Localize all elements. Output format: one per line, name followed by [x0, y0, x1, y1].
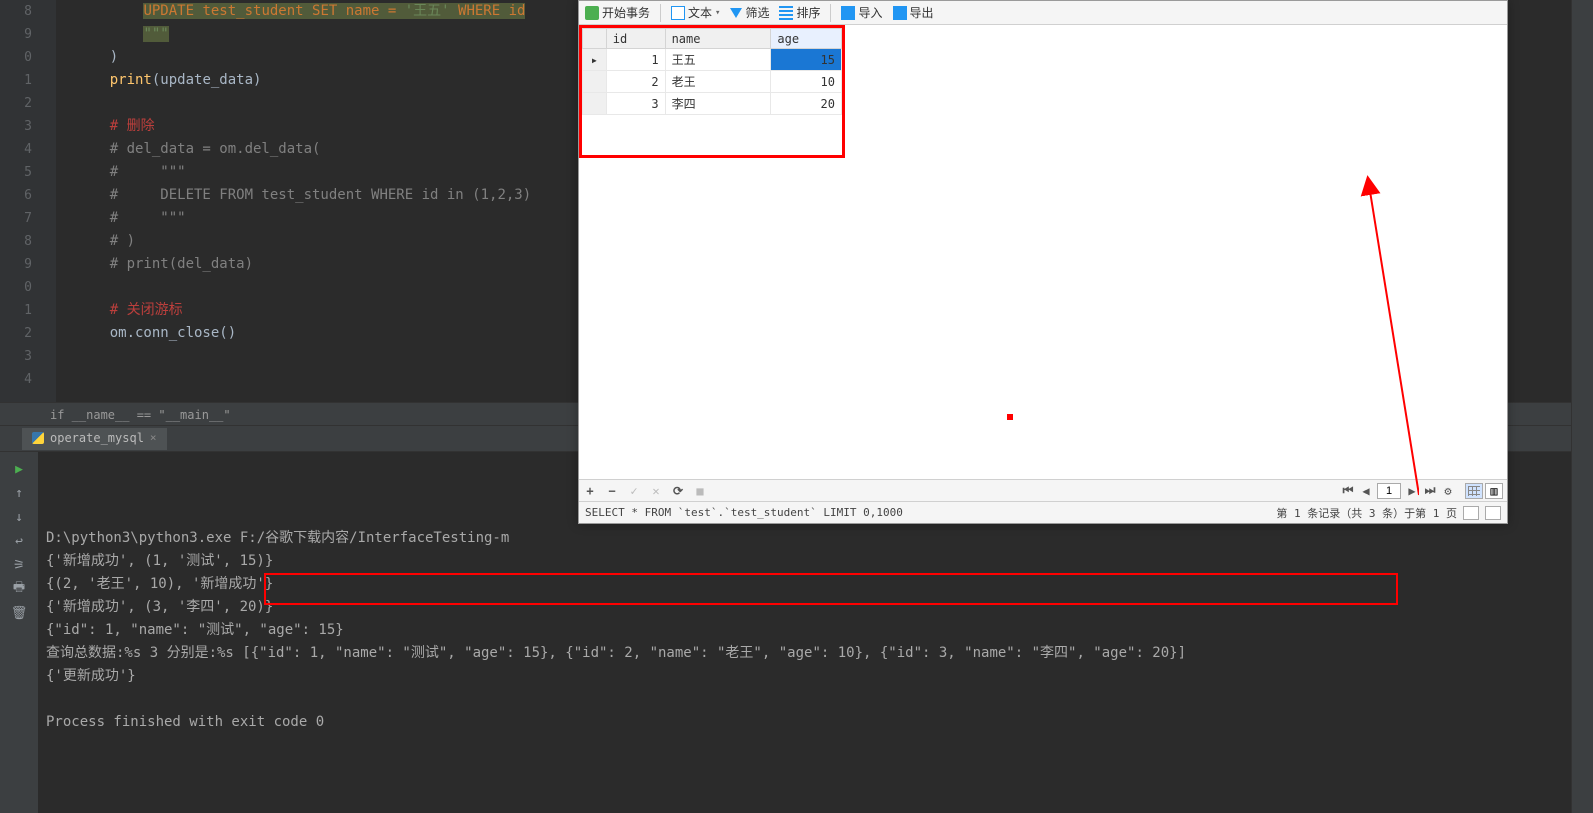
line-gutter: 89012345678901234	[0, 0, 38, 402]
trash-icon[interactable]: 🗑	[10, 604, 28, 622]
settings-button[interactable]: ⚙	[1441, 484, 1455, 498]
last-page-button[interactable]: ⏭	[1423, 484, 1437, 498]
annotation-dot	[1007, 414, 1013, 420]
data-grid[interactable]: idnameage▸1王五152老王103李四20	[582, 28, 842, 115]
run-tab-label: operate_mysql	[50, 431, 144, 445]
db-window[interactable]: 开始事务 文本▾ 筛选 排序 导入 导出 idnameage▸1王五152老王1…	[578, 0, 1508, 524]
db-status-bar: SELECT * FROM `test`.`test_student` LIMI…	[579, 501, 1507, 523]
db-toolbar: 开始事务 文本▾ 筛选 排序 导入 导出	[579, 1, 1507, 25]
export-button[interactable]: 导出	[893, 4, 934, 21]
db-grid-area[interactable]: idnameage▸1王五152老王103李四20	[579, 25, 1507, 479]
wrap-icon[interactable]: ↩	[10, 532, 28, 550]
mini-view-1[interactable]	[1463, 506, 1479, 520]
add-row-button[interactable]: +	[583, 484, 597, 498]
sql-text: SELECT * FROM `test`.`test_student` LIMI…	[585, 506, 903, 519]
mini-view-2[interactable]	[1485, 506, 1501, 520]
down-icon[interactable]: ↓	[10, 508, 28, 526]
filter-button[interactable]: 筛选	[730, 4, 769, 21]
table-row[interactable]: ▸1王五15	[583, 49, 842, 71]
highlight-box-console	[264, 573, 1398, 605]
run-tab-operate-mysql[interactable]: operate_mysql ×	[22, 428, 167, 450]
fold-column	[38, 0, 56, 402]
filter-icon[interactable]: ⚞	[10, 556, 28, 574]
cancel-button[interactable]: ✕	[649, 484, 663, 498]
ide-right-strip	[1571, 0, 1593, 813]
console-toolbar: ▶ ↑ ↓ ↩ ⚞ 🖶 🗑	[0, 452, 38, 813]
delete-row-button[interactable]: −	[605, 484, 619, 498]
prev-page-button[interactable]: ◀	[1359, 484, 1373, 498]
grid-view-button[interactable]	[1465, 483, 1483, 499]
apply-button[interactable]: ✓	[627, 484, 641, 498]
funnel-icon	[730, 8, 742, 18]
table-row[interactable]: 3李四20	[583, 93, 842, 115]
text-button[interactable]: 文本▾	[671, 4, 720, 21]
close-icon[interactable]: ×	[150, 431, 157, 444]
begin-transaction-button[interactable]: 开始事务	[585, 4, 650, 21]
doc-icon	[671, 6, 685, 20]
sort-button[interactable]: 排序	[779, 4, 820, 21]
python-icon	[32, 432, 44, 444]
import-button[interactable]: 导入	[841, 4, 882, 21]
transaction-icon	[585, 6, 599, 20]
stop-button[interactable]: ■	[693, 484, 707, 498]
export-icon	[893, 6, 907, 20]
next-page-button[interactable]: ▶	[1405, 484, 1419, 498]
rerun-icon[interactable]: ▶	[10, 460, 28, 478]
highlight-box-grid: idnameage▸1王五152老王103李四20	[579, 25, 845, 158]
table-row[interactable]: 2老王10	[583, 71, 842, 93]
import-icon	[841, 6, 855, 20]
annotation-arrow	[719, 125, 1419, 505]
record-status: 第 1 条记录（共 3 条）于第 1 页	[1276, 505, 1457, 521]
form-view-button[interactable]: ▥	[1485, 483, 1503, 499]
up-icon[interactable]: ↑	[10, 484, 28, 502]
sort-icon	[779, 6, 793, 20]
refresh-button[interactable]: ⟳	[671, 484, 685, 498]
chevron-down-icon: ▾	[715, 8, 720, 18]
db-footer-controls: + − ✓ ✕ ⟳ ■ ⏮ ◀ ▶ ⏭ ⚙ ▥	[579, 479, 1507, 501]
print-icon[interactable]: 🖶	[10, 580, 28, 598]
page-input[interactable]	[1377, 483, 1401, 499]
first-page-button[interactable]: ⏮	[1341, 484, 1355, 498]
